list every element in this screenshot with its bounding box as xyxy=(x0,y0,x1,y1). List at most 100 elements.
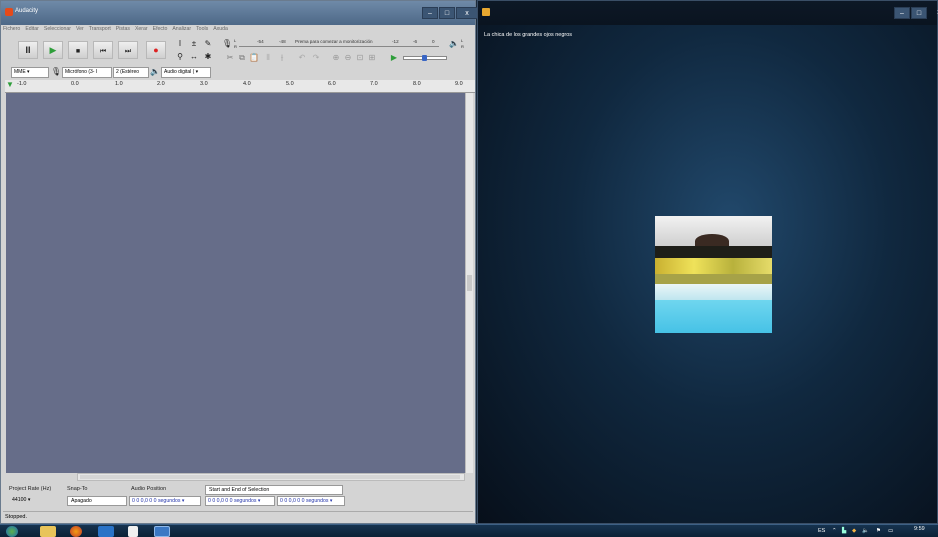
track-area[interactable] xyxy=(6,93,465,473)
envelope-tool-icon[interactable]: ± xyxy=(189,39,199,49)
skip-start-button[interactable]: ⏮ xyxy=(93,41,113,59)
file-explorer-icon[interactable] xyxy=(40,526,56,537)
volume-icon[interactable]: 🔈 xyxy=(862,528,869,534)
maximize-icon[interactable]: □ xyxy=(439,7,455,19)
zoom-in-icon[interactable]: ⊕ xyxy=(331,53,341,63)
project-rate-value: 44100 xyxy=(12,497,27,503)
firefox-icon[interactable] xyxy=(70,526,82,537)
pause-button[interactable]: II xyxy=(18,41,38,59)
menu-seleccionar[interactable]: Seleccionar xyxy=(44,26,71,34)
timeline-ruler[interactable]: ▼ -1.0 0.0 1.0 2.0 3.0 4.0 5.0 6.0 7.0 8… xyxy=(5,80,475,93)
fit-project-icon[interactable]: ⊞ xyxy=(367,53,377,63)
ruler-tick: 2.0 xyxy=(157,81,165,87)
microphone-icon[interactable]: 🎙 xyxy=(222,39,232,49)
ruler-tick: 1.0 xyxy=(115,81,123,87)
taskbar: ES ⌃ ▙ ◆ 🔈 ⚑ ▭ 9:59 xyxy=(0,524,938,537)
play-head-icon[interactable]: ▼ xyxy=(6,80,14,89)
start-icon[interactable] xyxy=(6,526,18,537)
meter-hint: Prema para comezar a monitorización xyxy=(295,39,373,44)
zoom-out-icon[interactable]: ⊖ xyxy=(343,53,353,63)
menu-editar[interactable]: Editar xyxy=(25,26,39,34)
channels-select[interactable]: 2 (Estéreo xyxy=(113,67,149,78)
close-icon[interactable]: x xyxy=(456,7,478,19)
fit-selection-icon[interactable]: ⊡ xyxy=(355,53,365,63)
audacity-window: Audacity – □ x Fichero Editar Selecciona… xyxy=(0,0,478,524)
speaker-icon[interactable]: 🔈 xyxy=(449,39,459,49)
project-rate-select[interactable]: 44100 ▾ xyxy=(9,496,47,506)
horizontal-scroll-thumb[interactable] xyxy=(80,475,460,479)
meter-tick: 0 xyxy=(432,39,435,44)
playback-meter-right-channel-label: R xyxy=(461,44,464,49)
status-text: Stopped. xyxy=(5,514,28,520)
multi-tool-icon[interactable]: ✱ xyxy=(203,52,213,62)
menu-tools[interactable]: Tools xyxy=(196,26,208,34)
close-icon[interactable]: x xyxy=(928,7,938,19)
trim-icon[interactable]: ⫴ xyxy=(263,53,273,63)
play-speed-slider[interactable] xyxy=(403,55,447,61)
zoom-tool-icon[interactable]: ⚲ xyxy=(175,52,185,62)
play-button[interactable]: ▶ xyxy=(43,41,63,59)
viewer-titlebar[interactable]: – □ x xyxy=(478,1,938,25)
vertical-scrollbar[interactable] xyxy=(465,93,473,473)
network-icon[interactable]: ▙ xyxy=(842,528,846,534)
maximize-icon[interactable]: □ xyxy=(911,7,927,19)
vertical-scroll-thumb[interactable] xyxy=(467,275,472,291)
video-title: La chica de los grandes ojos negros xyxy=(484,32,573,38)
cut-icon[interactable]: ✂ xyxy=(225,53,235,63)
input-device-select[interactable]: Micrófono (3- I xyxy=(62,67,112,78)
video-frame[interactable] xyxy=(655,216,772,333)
menu-ver[interactable]: Ver xyxy=(76,26,84,34)
play-at-speed-icon[interactable]: ▶ xyxy=(389,53,399,63)
audacity-titlebar[interactable]: Audacity – □ x xyxy=(1,1,478,25)
copy-icon[interactable]: ⧉ xyxy=(237,53,247,63)
audacity-title: Audacity xyxy=(15,8,39,14)
horizontal-scrollbar[interactable] xyxy=(77,473,465,481)
flag-icon[interactable]: ⚑ xyxy=(876,528,881,534)
record-button[interactable]: ● xyxy=(146,41,166,59)
audio-position-field[interactable]: 0 0 0,0 0 0 segundos ▾ xyxy=(129,496,201,506)
skip-end-button[interactable]: ⏭ xyxy=(118,41,138,59)
channels-value: 2 (Estéreo xyxy=(116,69,140,75)
menu-axuda[interactable]: Axuda xyxy=(213,26,228,34)
ruler-tick: 3.0 xyxy=(200,81,208,87)
meter-tick: -54 xyxy=(257,39,264,44)
slider-handle[interactable] xyxy=(422,55,427,61)
host-select[interactable]: MME ▾ xyxy=(11,67,49,78)
selection-end-field[interactable]: 0 0 0,0 0 0 segundos ▾ xyxy=(277,496,345,506)
audacity-taskbar-icon[interactable] xyxy=(98,526,114,537)
stop-button[interactable]: ■ xyxy=(68,41,88,59)
media-player-taskbar-icon[interactable] xyxy=(154,526,170,537)
document-icon[interactable] xyxy=(128,526,138,537)
menu-fichero[interactable]: Fichero xyxy=(3,26,20,34)
snap-to-select[interactable]: Apagado xyxy=(67,496,127,506)
language-indicator[interactable]: ES xyxy=(818,528,825,534)
timeshift-tool-icon[interactable]: ↔ xyxy=(189,52,199,62)
selection-tool-icon[interactable]: I xyxy=(175,39,185,49)
selection-start-field[interactable]: 0 0 0,0 0 0 segundos ▾ xyxy=(205,496,275,506)
draw-tool-icon[interactable]: ✎ xyxy=(203,39,213,49)
meter-right-channel-label: R xyxy=(234,44,237,49)
menu-analizar[interactable]: Analizar xyxy=(172,26,191,34)
menu-xerar[interactable]: Xerar xyxy=(135,26,148,34)
input-device-value: Micrófono (3- I xyxy=(65,69,98,75)
snap-to-label: Snap-To xyxy=(67,486,88,492)
output-device-select[interactable]: Audio digital ( ▾ xyxy=(161,67,211,78)
menu-efecto[interactable]: Efecto xyxy=(153,26,168,34)
playback-meter-left-channel-label: L xyxy=(461,38,464,43)
skip-start-icon: ⏮ xyxy=(99,48,107,55)
app-tray-icon[interactable]: ◆ xyxy=(852,528,856,534)
clock[interactable]: 9:59 xyxy=(914,526,925,532)
paste-icon[interactable]: 📋 xyxy=(249,53,259,63)
minimize-icon[interactable]: – xyxy=(894,7,910,19)
viewer-window-controls: – □ x xyxy=(893,7,938,19)
redo-icon[interactable]: ↷ xyxy=(311,53,321,63)
menu-pistas[interactable]: Pistas xyxy=(116,26,130,34)
minimize-icon[interactable]: – xyxy=(422,7,438,19)
selection-mode-select[interactable]: Start and End of Selection xyxy=(205,485,343,495)
record-meter[interactable]: -54 -48 Prema para comezar a monitorizac… xyxy=(239,39,439,47)
undo-icon[interactable]: ↶ xyxy=(297,53,307,63)
tray-expand-icon[interactable]: ⌃ xyxy=(832,528,837,534)
menu-transport[interactable]: Transport xyxy=(89,26,111,34)
silence-icon[interactable]: ⫲ xyxy=(277,53,287,63)
display-icon[interactable]: ▭ xyxy=(888,528,893,534)
